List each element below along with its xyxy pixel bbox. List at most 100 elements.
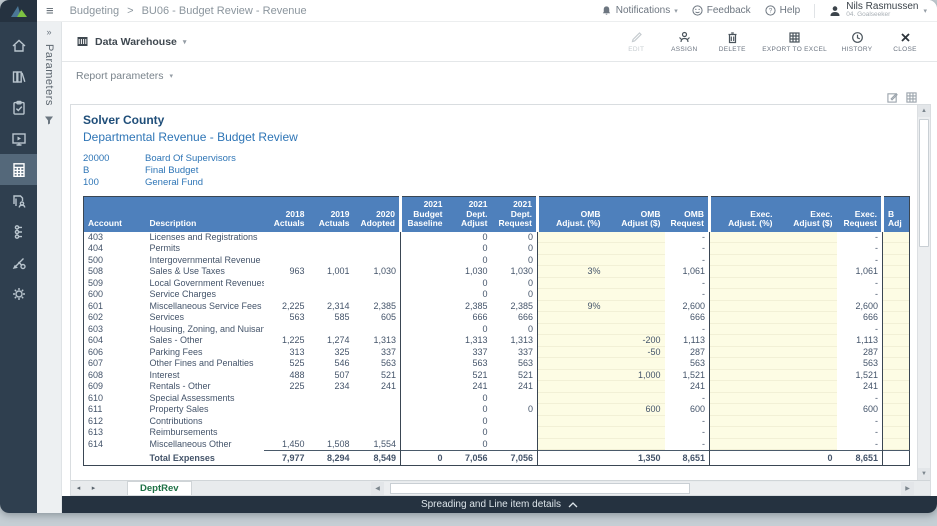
cell-board_clipped[interactable]	[883, 243, 910, 255]
sidebar-item-reports[interactable]	[0, 123, 37, 154]
cell-exec_adjust_usd[interactable]	[777, 439, 837, 451]
cell-exec_adjust_usd[interactable]	[777, 370, 837, 382]
sheet-tab-deptrev[interactable]: DeptRev	[127, 481, 192, 496]
cell-omb_adjust_usd[interactable]: 600	[605, 404, 665, 416]
cell-omb_adjust_pct[interactable]	[538, 404, 605, 416]
cell-omb_adjust_pct[interactable]	[538, 278, 605, 290]
cell-exec_adjust_usd[interactable]	[777, 243, 837, 255]
cell-exec_adjust_pct[interactable]	[710, 439, 777, 451]
sidebar-item-tools[interactable]	[0, 247, 37, 278]
cell-exec_adjust_usd[interactable]	[777, 312, 837, 324]
user-menu[interactable]: Nils Rasmussen 04. Goalseeker ▾	[829, 2, 927, 19]
cell-exec_adjust_pct[interactable]	[710, 243, 777, 255]
cell-omb_adjust_pct[interactable]: 3%	[538, 266, 605, 278]
cell-omb_adjust_pct[interactable]	[538, 370, 605, 382]
cell-omb_adjust_pct[interactable]	[538, 289, 605, 301]
assign-button[interactable]: ASSIGN	[662, 29, 706, 55]
cell-omb_adjust_pct[interactable]	[538, 358, 605, 370]
cell-omb_adjust_usd[interactable]	[605, 266, 665, 278]
sidebar-item-tasks[interactable]	[0, 92, 37, 123]
cell-exec_adjust_usd[interactable]	[777, 335, 837, 347]
cell-exec_adjust_usd[interactable]	[777, 255, 837, 267]
cell-exec_adjust_pct[interactable]	[710, 335, 777, 347]
cell-omb_adjust_pct[interactable]	[538, 381, 605, 393]
cell-omb_adjust_pct[interactable]	[538, 427, 605, 439]
feedback-button[interactable]: Feedback	[692, 5, 751, 16]
sidebar-item-settings[interactable]	[0, 278, 37, 309]
history-button[interactable]: HISTORY	[835, 29, 879, 55]
cell-board_clipped[interactable]	[883, 404, 910, 416]
cell-exec_adjust_pct[interactable]	[710, 232, 777, 244]
horizontal-scroll-track[interactable]	[384, 482, 901, 495]
cell-omb_adjust_pct[interactable]	[538, 393, 605, 405]
filter-icon[interactable]	[44, 115, 54, 125]
menu-icon[interactable]: ≡	[46, 4, 54, 17]
cell-exec_adjust_usd[interactable]	[777, 324, 837, 336]
cell-board_clipped[interactable]	[883, 278, 910, 290]
cell-omb_adjust_pct[interactable]	[538, 255, 605, 267]
cell-board_clipped[interactable]	[883, 347, 910, 359]
cell-board_clipped[interactable]	[883, 335, 910, 347]
notifications-menu[interactable]: Notifications ▾	[601, 5, 678, 16]
cell-omb_adjust_usd[interactable]	[605, 416, 665, 428]
cell-board_clipped[interactable]	[883, 312, 910, 324]
sidebar-item-budgeting[interactable]	[0, 154, 37, 185]
parameters-panel-label[interactable]: Parameters	[43, 44, 55, 106]
cell-board_clipped[interactable]	[883, 381, 910, 393]
cell-exec_adjust_usd[interactable]	[777, 381, 837, 393]
delete-button[interactable]: DELETE	[710, 29, 754, 55]
cell-board_clipped[interactable]	[883, 358, 910, 370]
cell-exec_adjust_usd[interactable]	[777, 416, 837, 428]
expand-panel-icon[interactable]: »	[46, 28, 51, 37]
cell-omb_adjust_usd[interactable]	[605, 232, 665, 244]
vertical-scrollbar[interactable]: ▲ ▼	[917, 105, 930, 480]
cell-exec_adjust_pct[interactable]	[710, 416, 777, 428]
export-to-excel-button[interactable]: EXPORT TO EXCEL	[758, 29, 831, 55]
cell-board_clipped[interactable]	[883, 393, 910, 405]
cell-exec_adjust_usd[interactable]	[777, 301, 837, 313]
cell-exec_adjust_pct[interactable]	[710, 301, 777, 313]
cell-omb_adjust_pct[interactable]	[538, 335, 605, 347]
cell-board_clipped[interactable]	[883, 439, 910, 451]
data-source-picker[interactable]: Data Warehouse ▾	[76, 35, 186, 48]
cell-board_clipped[interactable]	[883, 232, 910, 244]
cell-omb_adjust_usd[interactable]	[605, 427, 665, 439]
cell-exec_adjust_pct[interactable]	[710, 324, 777, 336]
sidebar-item-workflow[interactable]	[0, 216, 37, 247]
cell-omb_adjust_usd[interactable]	[605, 255, 665, 267]
horizontal-scroll-thumb[interactable]	[390, 483, 690, 494]
horizontal-scrollbar[interactable]: ◀ ▶	[371, 482, 914, 495]
cell-omb_adjust_pct[interactable]	[538, 232, 605, 244]
report-parameters-toggle[interactable]: Report parameters ▾	[62, 62, 937, 90]
cell-board_clipped[interactable]	[883, 301, 910, 313]
cell-exec_adjust_pct[interactable]	[710, 347, 777, 359]
cell-omb_adjust_usd[interactable]: 1,000	[605, 370, 665, 382]
cell-omb_adjust_usd[interactable]	[605, 289, 665, 301]
cell-exec_adjust_pct[interactable]	[710, 278, 777, 290]
cell-board_clipped[interactable]	[883, 427, 910, 439]
cell-omb_adjust_usd[interactable]	[605, 439, 665, 451]
cell-omb_adjust_pct[interactable]	[538, 416, 605, 428]
cell-exec_adjust_pct[interactable]	[710, 404, 777, 416]
cell-exec_adjust_usd[interactable]	[777, 427, 837, 439]
cell-omb_adjust_usd[interactable]	[605, 243, 665, 255]
cell-exec_adjust_pct[interactable]	[710, 289, 777, 301]
cell-exec_adjust_usd[interactable]	[777, 278, 837, 290]
cell-board_clipped[interactable]	[883, 289, 910, 301]
app-logo[interactable]	[0, 0, 37, 22]
cell-exec_adjust_usd[interactable]	[777, 393, 837, 405]
cell-exec_adjust_pct[interactable]	[710, 370, 777, 382]
sidebar-item-modules[interactable]	[0, 61, 37, 92]
cell-board_clipped[interactable]	[883, 370, 910, 382]
cell-exec_adjust_pct[interactable]	[710, 393, 777, 405]
sidebar-item-documents[interactable]	[0, 185, 37, 216]
scroll-left-icon[interactable]: ◀	[371, 482, 384, 495]
cell-omb_adjust_usd[interactable]	[605, 381, 665, 393]
cell-exec_adjust_pct[interactable]	[710, 358, 777, 370]
cell-omb_adjust_usd[interactable]: -50	[605, 347, 665, 359]
cell-board_clipped[interactable]	[883, 255, 910, 267]
close-button[interactable]: CLOSE	[883, 29, 927, 55]
sidebar-item-home[interactable]	[0, 30, 37, 61]
cell-omb_adjust_usd[interactable]	[605, 358, 665, 370]
grid-view-icon[interactable]	[906, 92, 917, 103]
